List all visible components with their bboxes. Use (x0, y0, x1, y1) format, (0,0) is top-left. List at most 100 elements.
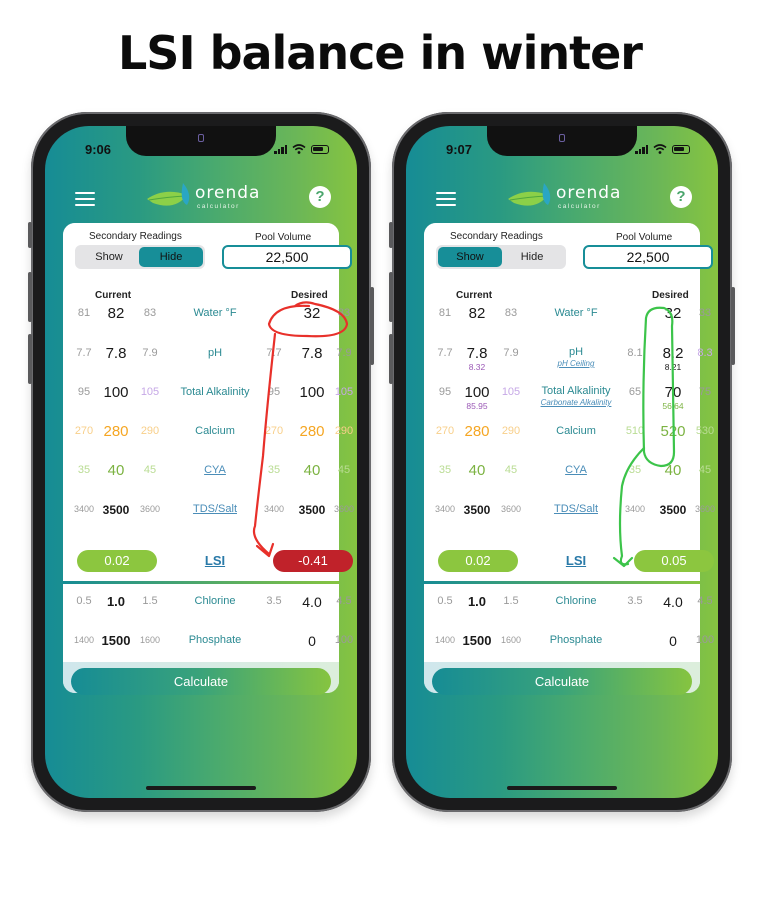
desired-value[interactable]: 32 (292, 305, 332, 322)
current-value[interactable]: 82 (96, 305, 136, 322)
leaf-icon (508, 183, 551, 206)
desired-value[interactable]: 7.8 (292, 345, 332, 362)
current-value[interactable]: 40 (96, 462, 136, 479)
current-value[interactable]: 280 (96, 423, 136, 440)
desired-secondary-value: 56.64 (662, 401, 684, 411)
current-value[interactable]: 1.0 (457, 593, 497, 609)
reading-name[interactable]: CYA (524, 462, 628, 476)
app-screen: 9:07 orenda calculator ? Secondary Readi… (406, 126, 718, 798)
logo-sub: calculator (197, 203, 240, 210)
help-icon[interactable]: ? (670, 186, 692, 208)
lsi-link[interactable]: LSI (193, 553, 237, 568)
home-indicator (146, 786, 256, 790)
hamburger-menu-icon[interactable] (75, 192, 95, 206)
hide-button[interactable]: Hide (500, 247, 564, 267)
current-column-header: Current (456, 290, 493, 301)
desired-lsi-badge: 0.05 (634, 550, 714, 572)
desired-value[interactable]: 4.0 (653, 593, 693, 610)
current-value[interactable]: 100 (96, 384, 136, 401)
desired-value[interactable]: 32 (653, 305, 693, 322)
desired-low: 3.5 (627, 595, 643, 607)
home-indicator (507, 786, 617, 790)
current-high: 105 (501, 386, 521, 398)
desired-high: 75 (698, 386, 712, 398)
current-high: 7.9 (142, 347, 158, 359)
reading-row: 35 40 45 CYA 35 40 45 (63, 462, 350, 498)
status-time: 9:07 (446, 142, 473, 157)
reading-name: Chlorine (555, 595, 597, 607)
reading-name: Water °F (193, 307, 237, 319)
current-high: 1.5 (503, 595, 519, 607)
calculate-button[interactable]: Calculate (432, 668, 692, 695)
current-value[interactable]: 1.0 (96, 593, 136, 609)
desired-value[interactable]: 0 (292, 632, 332, 649)
volume-up-button (28, 272, 32, 322)
reading-name: Total Alkalinity (180, 386, 250, 398)
current-value[interactable]: 7.8 (457, 345, 497, 362)
desired-secondary-value: 8.21 (664, 362, 682, 372)
reading-name[interactable]: TDS/Salt (524, 501, 628, 515)
desired-value[interactable]: 520 (653, 423, 693, 440)
calculate-button[interactable]: Calculate (71, 668, 331, 695)
current-secondary-value: 85.95 (466, 401, 488, 411)
current-value[interactable]: 3500 (96, 501, 136, 517)
secondary-reading-link[interactable]: pH Ceiling (524, 359, 628, 368)
current-low: 270 (435, 425, 455, 437)
hamburger-menu-icon[interactable] (436, 192, 456, 206)
desired-low: 35 (267, 464, 281, 476)
logo-brand: orenda (195, 183, 261, 203)
current-low: 270 (74, 425, 94, 437)
desired-high: 290 (334, 425, 354, 437)
desired-value[interactable]: 100 (292, 384, 332, 401)
current-value[interactable]: 1500 (457, 632, 497, 648)
desired-high: 4.5 (697, 595, 713, 607)
current-lsi-badge: 0.02 (77, 550, 157, 572)
current-value[interactable]: 280 (457, 423, 497, 440)
desired-value[interactable]: 280 (292, 423, 332, 440)
pool-volume-input[interactable]: 22,500 (583, 245, 713, 269)
status-icons (635, 144, 690, 154)
mute-switch (389, 222, 393, 248)
current-value[interactable]: 40 (457, 462, 497, 479)
battery-icon (672, 144, 690, 154)
pool-volume-input[interactable]: 22,500 (222, 245, 352, 269)
current-high: 290 (501, 425, 521, 437)
help-icon[interactable]: ? (309, 186, 331, 208)
desired-value[interactable]: 40 (292, 462, 332, 479)
volume-down-button (389, 334, 393, 384)
current-low: 3400 (434, 504, 456, 514)
desired-value[interactable]: 3500 (292, 501, 332, 517)
desired-value[interactable]: 3500 (653, 501, 693, 517)
show-button[interactable]: Show (438, 247, 502, 267)
power-button (370, 287, 374, 365)
reading-row: 7.7 7.8 7.9 pH pH Ceiling 8.1 8.2 8.3 8.32 8.21 (424, 345, 712, 381)
desired-value[interactable]: 40 (653, 462, 693, 479)
status-time: 9:06 (85, 142, 112, 157)
desired-value[interactable]: 0 (653, 632, 693, 649)
lsi-link[interactable]: LSI (554, 553, 598, 568)
reading-row: 35 40 45 CYA 35 40 45 (424, 462, 711, 498)
reading-name[interactable]: CYA (163, 462, 267, 476)
current-value[interactable]: 82 (457, 305, 497, 322)
desired-value[interactable]: 8.2 (653, 345, 693, 362)
current-low: 1400 (73, 635, 95, 645)
desired-value[interactable]: 70 (653, 384, 693, 401)
current-high: 105 (140, 386, 160, 398)
desired-value[interactable]: 4.0 (292, 593, 332, 610)
desired-column-header: Desired (652, 290, 689, 301)
current-value[interactable]: 3500 (457, 501, 497, 517)
reading-row: 7.7 7.8 7.9 pH 7.7 7.8 7.9 (63, 345, 351, 381)
secondary-reading-link[interactable]: Carbonate Alkalinity (524, 398, 628, 407)
desired-lsi-badge: -0.41 (273, 550, 353, 572)
current-value[interactable]: 1500 (96, 632, 136, 648)
current-low: 7.7 (437, 347, 453, 359)
reading-name[interactable]: TDS/Salt (163, 501, 267, 515)
current-low: 7.7 (76, 347, 92, 359)
reading-name: pH (568, 346, 584, 358)
show-button[interactable]: Show (77, 247, 141, 267)
desired-low: 7.7 (266, 347, 282, 359)
current-value[interactable]: 7.8 (96, 345, 136, 362)
hide-button[interactable]: Hide (139, 247, 203, 267)
orenda-logo: orenda calculator (506, 181, 626, 217)
current-value[interactable]: 100 (457, 384, 497, 401)
